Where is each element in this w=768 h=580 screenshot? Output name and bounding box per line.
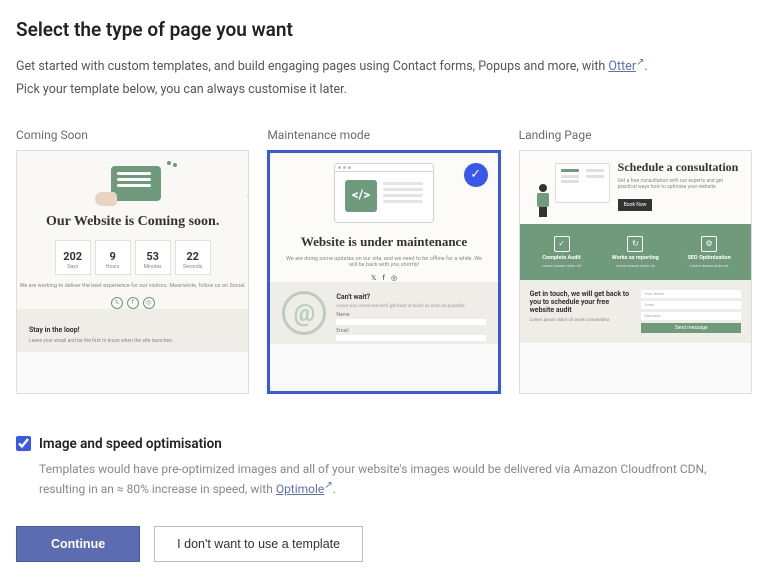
feature-band: ✓Complete AuditLorem ipsum dolor sit ↻Wo…: [520, 224, 751, 280]
preview-cta: Book Now: [618, 199, 653, 211]
facebook-icon: f: [127, 297, 139, 309]
preview-footer: @ Can't wait? Leave your email and we'll…: [270, 282, 497, 344]
otter-link[interactable]: Otter↗: [608, 59, 644, 74]
template-card-landing[interactable]: Schedule a consultation Get a free consu…: [519, 150, 752, 394]
twitter-icon: 𝕏: [111, 297, 123, 309]
contact-section: Get in touch, we will get back to you to…: [520, 280, 751, 343]
twitter-icon: 𝕏: [371, 274, 377, 282]
audit-icon: ✓: [554, 236, 570, 252]
template-coming-soon: Coming Soon Our Website is Coming soon. …: [16, 128, 249, 394]
template-card-coming-soon[interactable]: Our Website is Coming soon. 202Days 9Hou…: [16, 150, 249, 394]
optimole-link[interactable]: Optimole↗: [276, 482, 333, 496]
social-icons: 𝕏 f ◎: [111, 297, 155, 309]
browser-window-icon: </>: [334, 163, 434, 223]
optimisation-description: Templates would have pre-optimized image…: [39, 460, 752, 498]
template-label: Coming Soon: [16, 128, 249, 142]
preview-title: Schedule a consultation: [618, 161, 741, 174]
intro-line-2: Pick your template below, you can always…: [16, 81, 752, 100]
template-label: Maintenance mode: [267, 128, 500, 142]
preview-subtitle: We are working to deliver the best exper…: [19, 283, 245, 290]
selected-check-icon: ✓: [464, 163, 488, 187]
countdown: 202Days 9Hours 53Minutes 22Seconds: [55, 240, 211, 275]
optimisation-checkbox[interactable]: [16, 436, 31, 451]
instagram-icon: ◎: [143, 297, 155, 309]
code-icon: </>: [345, 180, 377, 212]
chat-bubble-icon: [93, 161, 173, 206]
facebook-icon: f: [383, 274, 385, 282]
preview-subtitle: We are doing some updates on our site, a…: [270, 256, 497, 268]
social-icons: 𝕏 f ◎: [371, 274, 397, 282]
preview-subtitle: Get a free consultation with our experts…: [618, 178, 741, 191]
preview-title: Website is under maintenance: [301, 235, 467, 250]
presentation-illustration: [530, 161, 610, 216]
at-sign-icon: @: [282, 291, 326, 335]
external-link-icon: ↗: [324, 478, 332, 493]
template-landing: Landing Page Schedule a consultation Get…: [519, 128, 752, 394]
intro-line-1: Get started with custom templates, and b…: [16, 55, 752, 77]
template-card-maintenance[interactable]: ✓ </> Website is under maintenance We ar…: [267, 150, 500, 394]
page-title: Select the type of page you want: [16, 18, 752, 41]
optimisation-label[interactable]: Image and speed optimisation: [39, 436, 222, 452]
preview-footer: Stay in the loop! Leave your email and b…: [17, 309, 248, 352]
continue-button[interactable]: Continue: [16, 526, 140, 562]
template-label: Landing Page: [519, 128, 752, 142]
template-grid: Coming Soon Our Website is Coming soon. …: [16, 128, 752, 394]
template-maintenance: Maintenance mode ✓ </> Website is under …: [267, 128, 500, 394]
seo-icon: ⚙: [701, 236, 717, 252]
action-buttons: Continue I don't want to use a template: [16, 526, 752, 562]
skip-template-button[interactable]: I don't want to use a template: [154, 526, 363, 562]
optimisation-section: Image and speed optimisation Templates w…: [16, 436, 752, 498]
instagram-icon: ◎: [391, 274, 397, 282]
reporting-icon: ↻: [627, 236, 643, 252]
intro-text: Get started with custom templates, and b…: [16, 59, 608, 74]
preview-title: Our Website is Coming soon.: [46, 214, 219, 231]
